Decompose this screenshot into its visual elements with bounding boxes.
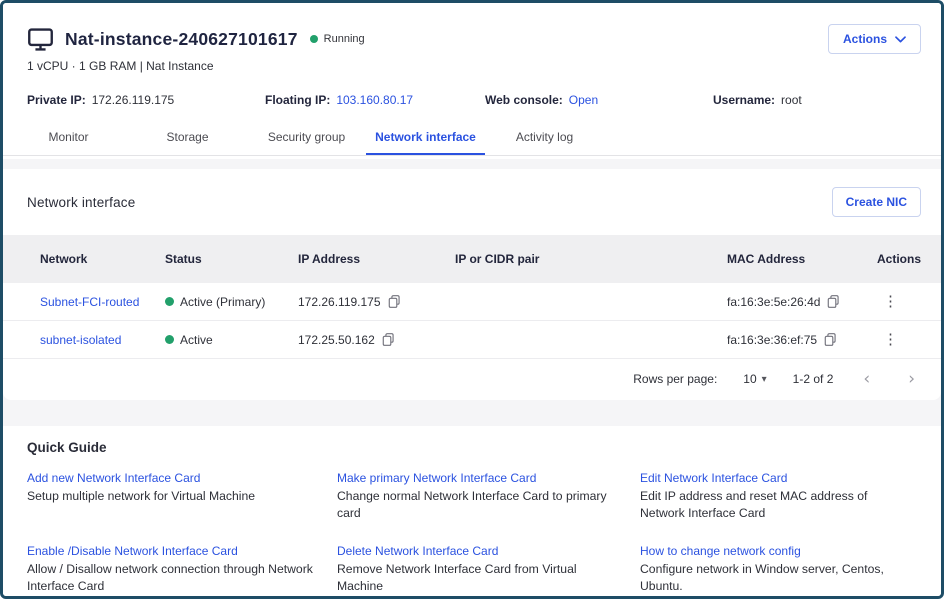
quick-guide-grid: Add new Network Interface Card Setup mul… (27, 471, 917, 595)
next-page-icon[interactable]: › (904, 369, 919, 389)
guide-item-make-primary: Make primary Network Interface Card Chan… (337, 471, 640, 522)
instance-detail-page: Nat-instance-240627101617 Running Action… (0, 0, 944, 599)
create-nic-button[interactable]: Create NIC (832, 187, 921, 217)
nic-mac: fa:16:3e:5e:26:4d (727, 295, 820, 309)
private-ip-label: Private IP: (27, 93, 86, 107)
quick-guide-card: Quick Guide Add new Network Interface Ca… (3, 426, 941, 598)
tab-security-group[interactable]: Security group (247, 122, 366, 155)
guide-item-change-network-config: How to change network config Configure n… (640, 544, 917, 595)
username-label: Username: (713, 93, 775, 107)
status-dot-icon (310, 35, 318, 43)
web-console-open-link[interactable]: Open (569, 93, 598, 107)
copy-icon[interactable] (823, 332, 837, 347)
chevron-down-icon (895, 36, 906, 43)
guide-desc: Change normal Network Interface Card to … (337, 488, 622, 522)
table-row: Subnet-FCI-routed Active (Primary) 172.2… (3, 283, 941, 321)
tab-bar: Monitor Storage Security group Network i… (3, 122, 941, 156)
caret-down-icon: ▾ (762, 374, 767, 385)
status-label: Running (324, 33, 365, 45)
copy-icon[interactable] (387, 294, 401, 309)
copy-icon[interactable] (381, 332, 395, 347)
row-actions-kebab-icon[interactable]: ⋮ (877, 329, 904, 350)
status-badge: Running (310, 33, 365, 45)
guide-link[interactable]: Make primary Network Interface Card (337, 471, 622, 485)
actions-button-label: Actions (843, 32, 887, 46)
guide-item-enable-disable-nic: Enable /Disable Network Interface Card A… (27, 544, 337, 595)
quick-guide-title: Quick Guide (27, 440, 917, 455)
instance-specs: 1 vCPU · 1 GB RAM | Nat Instance (3, 56, 941, 73)
username-value: root (781, 93, 802, 107)
col-status: Status (165, 252, 298, 266)
instance-monitor-icon (27, 27, 54, 52)
private-ip-value: 172.26.119.175 (92, 93, 175, 107)
guide-desc: Configure network in Window server, Cent… (640, 561, 899, 595)
guide-desc: Edit IP address and reset MAC address of… (640, 488, 899, 522)
guide-link[interactable]: Enable /Disable Network Interface Card (27, 544, 319, 558)
pagination-range: 1-2 of 2 (793, 372, 834, 386)
col-ip-cidr-pair: IP or CIDR pair (455, 252, 727, 266)
rows-per-page-select[interactable]: 10 ▾ (743, 372, 766, 386)
col-actions: Actions (877, 252, 921, 266)
floating-ip-link[interactable]: 103.160.80.17 (336, 93, 413, 107)
network-interface-card: Network interface Create NIC Network Sta… (3, 169, 941, 400)
rows-per-page-label: Rows per page: (633, 372, 717, 386)
status-dot-icon (165, 297, 174, 306)
row-actions-kebab-icon[interactable]: ⋮ (877, 291, 904, 312)
guide-desc: Setup multiple network for Virtual Machi… (27, 488, 319, 505)
rows-per-page-value: 10 (743, 372, 756, 386)
guide-desc: Remove Network Interface Card from Virtu… (337, 561, 622, 595)
guide-link[interactable]: Edit Network Interface Card (640, 471, 899, 485)
instance-info-row: Private IP: 172.26.119.175 Floating IP: … (3, 73, 941, 107)
nic-ip: 172.25.50.162 (298, 333, 375, 347)
guide-link[interactable]: How to change network config (640, 544, 899, 558)
web-console-label: Web console: (485, 93, 563, 107)
table-header: Network Status IP Address IP or CIDR pai… (3, 235, 941, 283)
tab-network-interface[interactable]: Network interface (366, 122, 485, 155)
guide-link[interactable]: Delete Network Interface Card (337, 544, 622, 558)
section-title: Network interface (27, 195, 135, 210)
guide-item-add-nic: Add new Network Interface Card Setup mul… (27, 471, 337, 522)
tab-monitor[interactable]: Monitor (9, 122, 128, 155)
nic-status: Active (180, 333, 213, 347)
col-ip-address: IP Address (298, 252, 455, 266)
instance-header-card: Nat-instance-240627101617 Running Action… (3, 3, 941, 159)
guide-item-delete-nic: Delete Network Interface Card Remove Net… (337, 544, 640, 595)
nic-ip: 172.26.119.175 (298, 295, 381, 309)
guide-link[interactable]: Add new Network Interface Card (27, 471, 319, 485)
network-link[interactable]: subnet-isolated (40, 333, 121, 347)
col-network: Network (40, 252, 165, 266)
table-pagination: Rows per page: 10 ▾ 1-2 of 2 ‹ › (3, 359, 941, 399)
tab-storage[interactable]: Storage (128, 122, 247, 155)
nic-status: Active (Primary) (180, 295, 265, 309)
copy-icon[interactable] (826, 294, 840, 309)
guide-desc: Allow / Disallow network connection thro… (27, 561, 319, 595)
floating-ip-label: Floating IP: (265, 93, 330, 107)
actions-button[interactable]: Actions (828, 24, 921, 54)
previous-page-icon[interactable]: ‹ (859, 369, 874, 389)
instance-name: Nat-instance-240627101617 (65, 29, 298, 50)
nic-mac: fa:16:3e:36:ef:75 (727, 333, 817, 347)
guide-item-edit-nic: Edit Network Interface Card Edit IP addr… (640, 471, 917, 522)
col-mac-address: MAC Address (727, 252, 877, 266)
table-row: subnet-isolated Active 172.25.50.162 fa:… (3, 321, 941, 359)
status-dot-icon (165, 335, 174, 344)
network-link[interactable]: Subnet-FCI-routed (40, 295, 139, 309)
tab-activity-log[interactable]: Activity log (485, 122, 604, 155)
